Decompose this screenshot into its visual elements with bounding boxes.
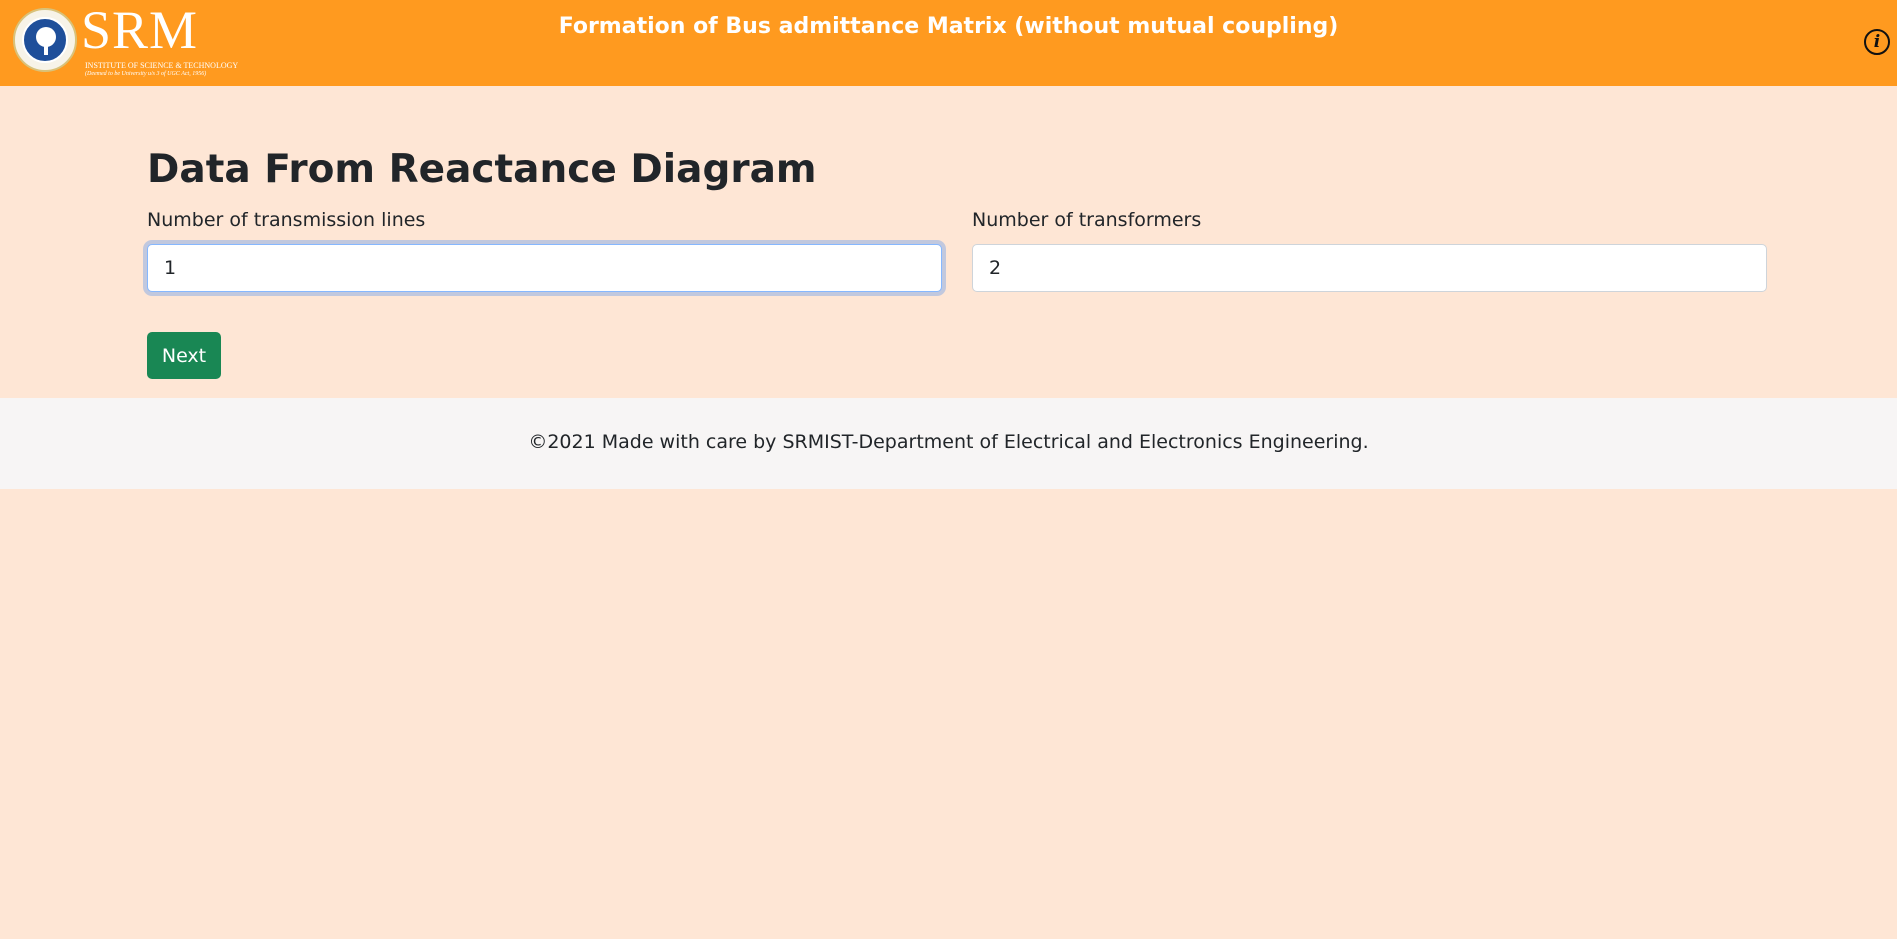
- transformers-label: Number of transformers: [972, 209, 1202, 231]
- logo-subtitle: INSTITUTE OF SCIENCE & TECHNOLOGY: [85, 61, 239, 70]
- footer: ©2021 Made with care by SRMIST-Departmen…: [0, 398, 1897, 489]
- next-button[interactable]: Next: [147, 332, 221, 379]
- transmission-lines-input[interactable]: [147, 244, 942, 292]
- info-icon[interactable]: i: [1864, 29, 1890, 55]
- top-header: SRM INSTITUTE OF SCIENCE & TECHNOLOGY (D…: [0, 0, 1897, 86]
- transmission-lines-label: Number of transmission lines: [147, 209, 426, 231]
- transformers-input[interactable]: [972, 244, 1767, 292]
- page-title: Formation of Bus admittance Matrix (with…: [558, 14, 1339, 39]
- section-heading: Data From Reactance Diagram: [147, 147, 817, 192]
- footer-copyright: ©2021 Made with care by SRMIST-Departmen…: [528, 431, 1369, 453]
- logo-tagline: (Deemed to be University u/s 3 of UGC Ac…: [85, 71, 207, 77]
